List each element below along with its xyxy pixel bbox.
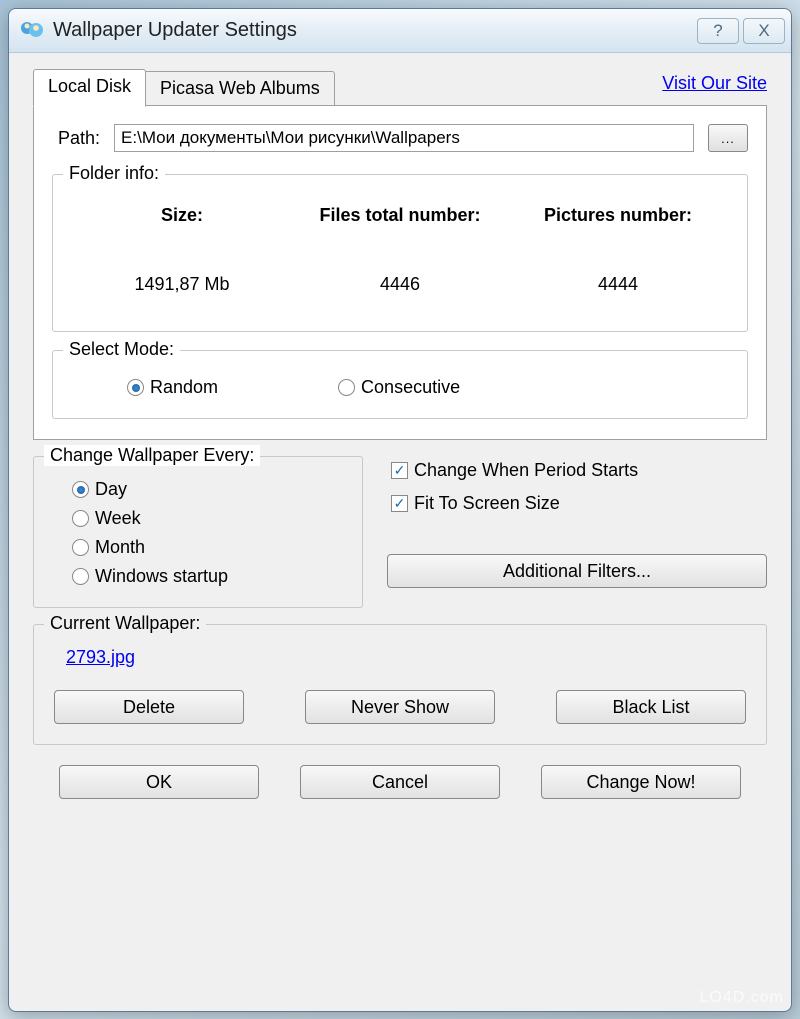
radio-icon: [72, 481, 89, 498]
delete-button[interactable]: Delete: [54, 690, 244, 724]
current-file-link[interactable]: 2793.jpg: [48, 647, 135, 668]
current-wallpaper-group: Current Wallpaper: 2793.jpg Delete Never…: [33, 624, 767, 745]
checkbox-period[interactable]: ✓Change When Period Starts: [391, 460, 767, 481]
select-mode-legend: Select Mode:: [63, 339, 180, 360]
tab-panel-local: Path: ... Folder info: Size: Files total…: [33, 105, 767, 440]
frequency-legend: Change Wallpaper Every:: [44, 445, 260, 466]
tab-picasa[interactable]: Picasa Web Albums: [145, 71, 335, 106]
radio-icon: [72, 510, 89, 527]
radio-startup[interactable]: Windows startup: [72, 566, 348, 587]
radio-icon: [72, 568, 89, 585]
radio-month[interactable]: Month: [72, 537, 348, 558]
change-now-button[interactable]: Change Now!: [541, 765, 741, 799]
window-title: Wallpaper Updater Settings: [53, 19, 697, 42]
tabs: Local Disk Picasa Web Albums: [33, 69, 335, 106]
radio-icon: [127, 379, 144, 396]
titlebar: Wallpaper Updater Settings ? X: [9, 9, 791, 53]
help-button[interactable]: ?: [697, 18, 739, 44]
radio-random[interactable]: Random: [127, 377, 218, 398]
current-legend: Current Wallpaper:: [44, 613, 206, 634]
size-header: Size:: [73, 205, 291, 226]
select-mode-group: Select Mode: Random Consecutive: [52, 350, 748, 419]
browse-button[interactable]: ...: [708, 124, 748, 152]
folder-info-group: Folder info: Size: Files total number: P…: [52, 174, 748, 332]
settings-window: Wallpaper Updater Settings ? X Local Dis…: [8, 8, 792, 1012]
ok-button[interactable]: OK: [59, 765, 259, 799]
pics-header: Pictures number:: [509, 205, 727, 226]
check-icon: ✓: [391, 495, 408, 512]
never-show-button[interactable]: Never Show: [305, 690, 495, 724]
tab-local-disk[interactable]: Local Disk: [33, 69, 146, 107]
checkbox-fit[interactable]: ✓Fit To Screen Size: [391, 493, 767, 514]
radio-week[interactable]: Week: [72, 508, 348, 529]
path-input[interactable]: [114, 124, 694, 152]
frequency-group: Change Wallpaper Every: Day Week Month W…: [33, 456, 363, 608]
folder-info-legend: Folder info:: [63, 163, 165, 184]
close-button[interactable]: X: [743, 18, 785, 44]
app-icon: [19, 18, 45, 44]
path-label: Path:: [58, 128, 100, 149]
files-header: Files total number:: [291, 205, 509, 226]
visit-site-link[interactable]: Visit Our Site: [662, 73, 767, 94]
radio-icon: [72, 539, 89, 556]
size-value: 1491,87 Mb: [73, 274, 291, 295]
cancel-button[interactable]: Cancel: [300, 765, 500, 799]
watermark: LO4D.com: [700, 989, 784, 1007]
radio-icon: [338, 379, 355, 396]
radio-consecutive[interactable]: Consecutive: [338, 377, 460, 398]
files-value: 4446: [291, 274, 509, 295]
check-icon: ✓: [391, 462, 408, 479]
pics-value: 4444: [509, 274, 727, 295]
blacklist-button[interactable]: Black List: [556, 690, 746, 724]
radio-day[interactable]: Day: [72, 479, 348, 500]
additional-filters-button[interactable]: Additional Filters...: [387, 554, 767, 588]
